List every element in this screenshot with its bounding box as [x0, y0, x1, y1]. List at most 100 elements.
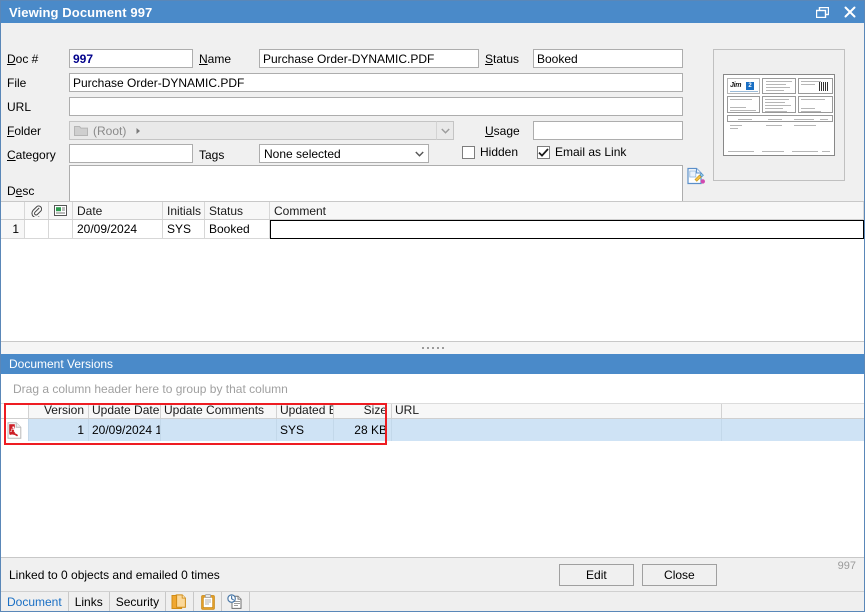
- table-row[interactable]: A 1 20/09/2024 1 SYS 28 KB: [1, 419, 864, 441]
- comment-grid-header: Date Initials Status Comment: [1, 202, 864, 220]
- image-edit-icon: [687, 167, 705, 185]
- chevron-down-icon: [440, 128, 450, 134]
- tab-security[interactable]: Security: [110, 592, 167, 611]
- bottom-tab-strip: Document Links Security: [1, 591, 864, 611]
- versions-row-updated-by: SYS: [277, 419, 334, 441]
- comment-row-attachment[interactable]: [25, 220, 49, 239]
- versions-row-update-date: 20/09/2024 1: [89, 419, 161, 441]
- versions-col-version[interactable]: Version: [29, 404, 89, 418]
- hidden-checkbox-row[interactable]: Hidden: [462, 145, 518, 159]
- clipboard-button[interactable]: [194, 592, 223, 611]
- email-as-link-checkbox[interactable]: [537, 145, 550, 159]
- chevron-down-icon: [415, 151, 424, 157]
- preview-header-box-1: [762, 78, 796, 94]
- comment-grid[interactable]: Date Initials Status Comment 1 20/09/202…: [1, 201, 864, 342]
- versions-row-url: [392, 419, 722, 441]
- preview-table-header: [727, 115, 833, 122]
- close-icon: [844, 6, 856, 18]
- folder-dropdown-arrow[interactable]: [436, 121, 454, 140]
- usage-label: Usage: [485, 124, 520, 138]
- clipboard-icon: [200, 593, 215, 610]
- usage-input[interactable]: [533, 121, 683, 140]
- file-input[interactable]: Purchase Order-DYNAMIC.PDF: [69, 73, 683, 92]
- comment-row-note[interactable]: [49, 220, 73, 239]
- versions-col-size[interactable]: Size: [334, 404, 392, 418]
- versions-grid-header: Version Update Date Update Comments Upda…: [1, 404, 864, 419]
- category-input[interactable]: [69, 144, 193, 163]
- preview-deliver-box: [798, 96, 833, 113]
- title-bar: Viewing Document 997: [1, 1, 864, 23]
- tags-label: Tags: [199, 148, 225, 162]
- note-icon: [54, 205, 67, 216]
- edit-button[interactable]: Edit: [558, 563, 634, 586]
- footer-doc-number: 997: [837, 560, 856, 572]
- document-preview-page: Jim 2: [723, 74, 835, 156]
- link-status-text: Linked to 0 objects and emailed 0 times: [9, 567, 220, 582]
- attachment-icon: [31, 205, 42, 217]
- comment-col-comment[interactable]: Comment: [270, 202, 864, 219]
- document-history-icon: [227, 593, 242, 609]
- doc-number-input[interactable]: 997: [69, 49, 193, 68]
- copy-documents-icon: [171, 593, 186, 609]
- comment-row-status[interactable]: Booked: [205, 220, 270, 239]
- document-form: DDoc #oc # 997 Name Purchase Order-DYNAM…: [1, 23, 864, 211]
- comment-col-attachment[interactable]: [25, 202, 49, 219]
- preview-logo-text: Jim: [730, 82, 742, 89]
- document-preview-panel[interactable]: Jim 2: [713, 49, 845, 181]
- versions-row-icon-cell: A: [1, 419, 29, 441]
- document-history-button[interactable]: [222, 592, 251, 611]
- doc-number-label: DDoc #oc #: [7, 52, 39, 66]
- status-input[interactable]: Booked: [533, 49, 683, 68]
- tab-strip-filler: [250, 592, 864, 611]
- versions-col-updated-by[interactable]: Updated By: [277, 404, 334, 418]
- copy-documents-button[interactable]: [166, 592, 195, 611]
- versions-col-url[interactable]: URL: [392, 404, 722, 418]
- preview-logo-badge: 2: [746, 81, 754, 90]
- close-button-footer[interactable]: Close: [641, 563, 717, 586]
- category-label: Category: [7, 148, 56, 162]
- tab-document[interactable]: Document: [1, 592, 69, 611]
- tags-dropdown-arrow[interactable]: [411, 145, 428, 162]
- status-label: Status: [485, 52, 520, 66]
- preview-logo-underline: [730, 90, 758, 92]
- url-label: URL: [7, 100, 32, 114]
- comment-col-initials[interactable]: Initials: [163, 202, 205, 219]
- url-input[interactable]: [69, 97, 683, 116]
- versions-row-update-comments: [161, 419, 277, 441]
- image-edit-button[interactable]: [686, 167, 706, 185]
- versions-col-icon: [1, 404, 29, 418]
- document-versions-panel: Drag a column header here to group by th…: [1, 374, 864, 557]
- name-input[interactable]: Purchase Order-DYNAMIC.PDF: [259, 49, 479, 68]
- comment-col-note[interactable]: [49, 202, 73, 219]
- email-as-link-label: Email as Link: [555, 145, 627, 159]
- close-button[interactable]: [836, 1, 864, 23]
- table-row[interactable]: 1 20/09/2024 SYS Booked: [1, 220, 864, 239]
- versions-row-version: 1: [29, 419, 89, 441]
- comment-row-initials[interactable]: SYS: [163, 220, 205, 239]
- comment-row-date[interactable]: 20/09/2024: [73, 220, 163, 239]
- versions-col-update-date[interactable]: Update Date: [89, 404, 161, 418]
- versions-col-update-comments[interactable]: Update Comments: [161, 404, 277, 418]
- panel-splitter[interactable]: [1, 342, 864, 354]
- restore-button[interactable]: [808, 1, 836, 23]
- file-label: File: [7, 76, 27, 90]
- comment-col-index[interactable]: [1, 202, 25, 219]
- comment-col-date[interactable]: Date: [73, 202, 163, 219]
- group-by-dropzone[interactable]: Drag a column header here to group by th…: [1, 374, 864, 404]
- document-viewer-window: Viewing Document 997 DDoc #oc # 997 Name…: [0, 0, 865, 612]
- tags-value: None selected: [264, 146, 341, 161]
- comment-row-comment[interactable]: [270, 220, 864, 239]
- hidden-label: Hidden: [480, 145, 519, 159]
- comment-row-index: 1: [1, 220, 25, 239]
- window-title: Viewing Document 997: [9, 4, 153, 20]
- restore-icon: [815, 6, 829, 18]
- svg-text:A: A: [10, 424, 17, 434]
- email-as-link-checkbox-row[interactable]: Email as Link: [537, 145, 626, 159]
- folder-combo[interactable]: (Root): [69, 121, 454, 140]
- folder-icon: [74, 126, 88, 136]
- hidden-checkbox[interactable]: [462, 145, 475, 159]
- window-controls: [808, 1, 864, 23]
- tags-combo[interactable]: None selected: [259, 144, 429, 163]
- comment-col-status[interactable]: Status: [205, 202, 270, 219]
- tab-links[interactable]: Links: [69, 592, 110, 611]
